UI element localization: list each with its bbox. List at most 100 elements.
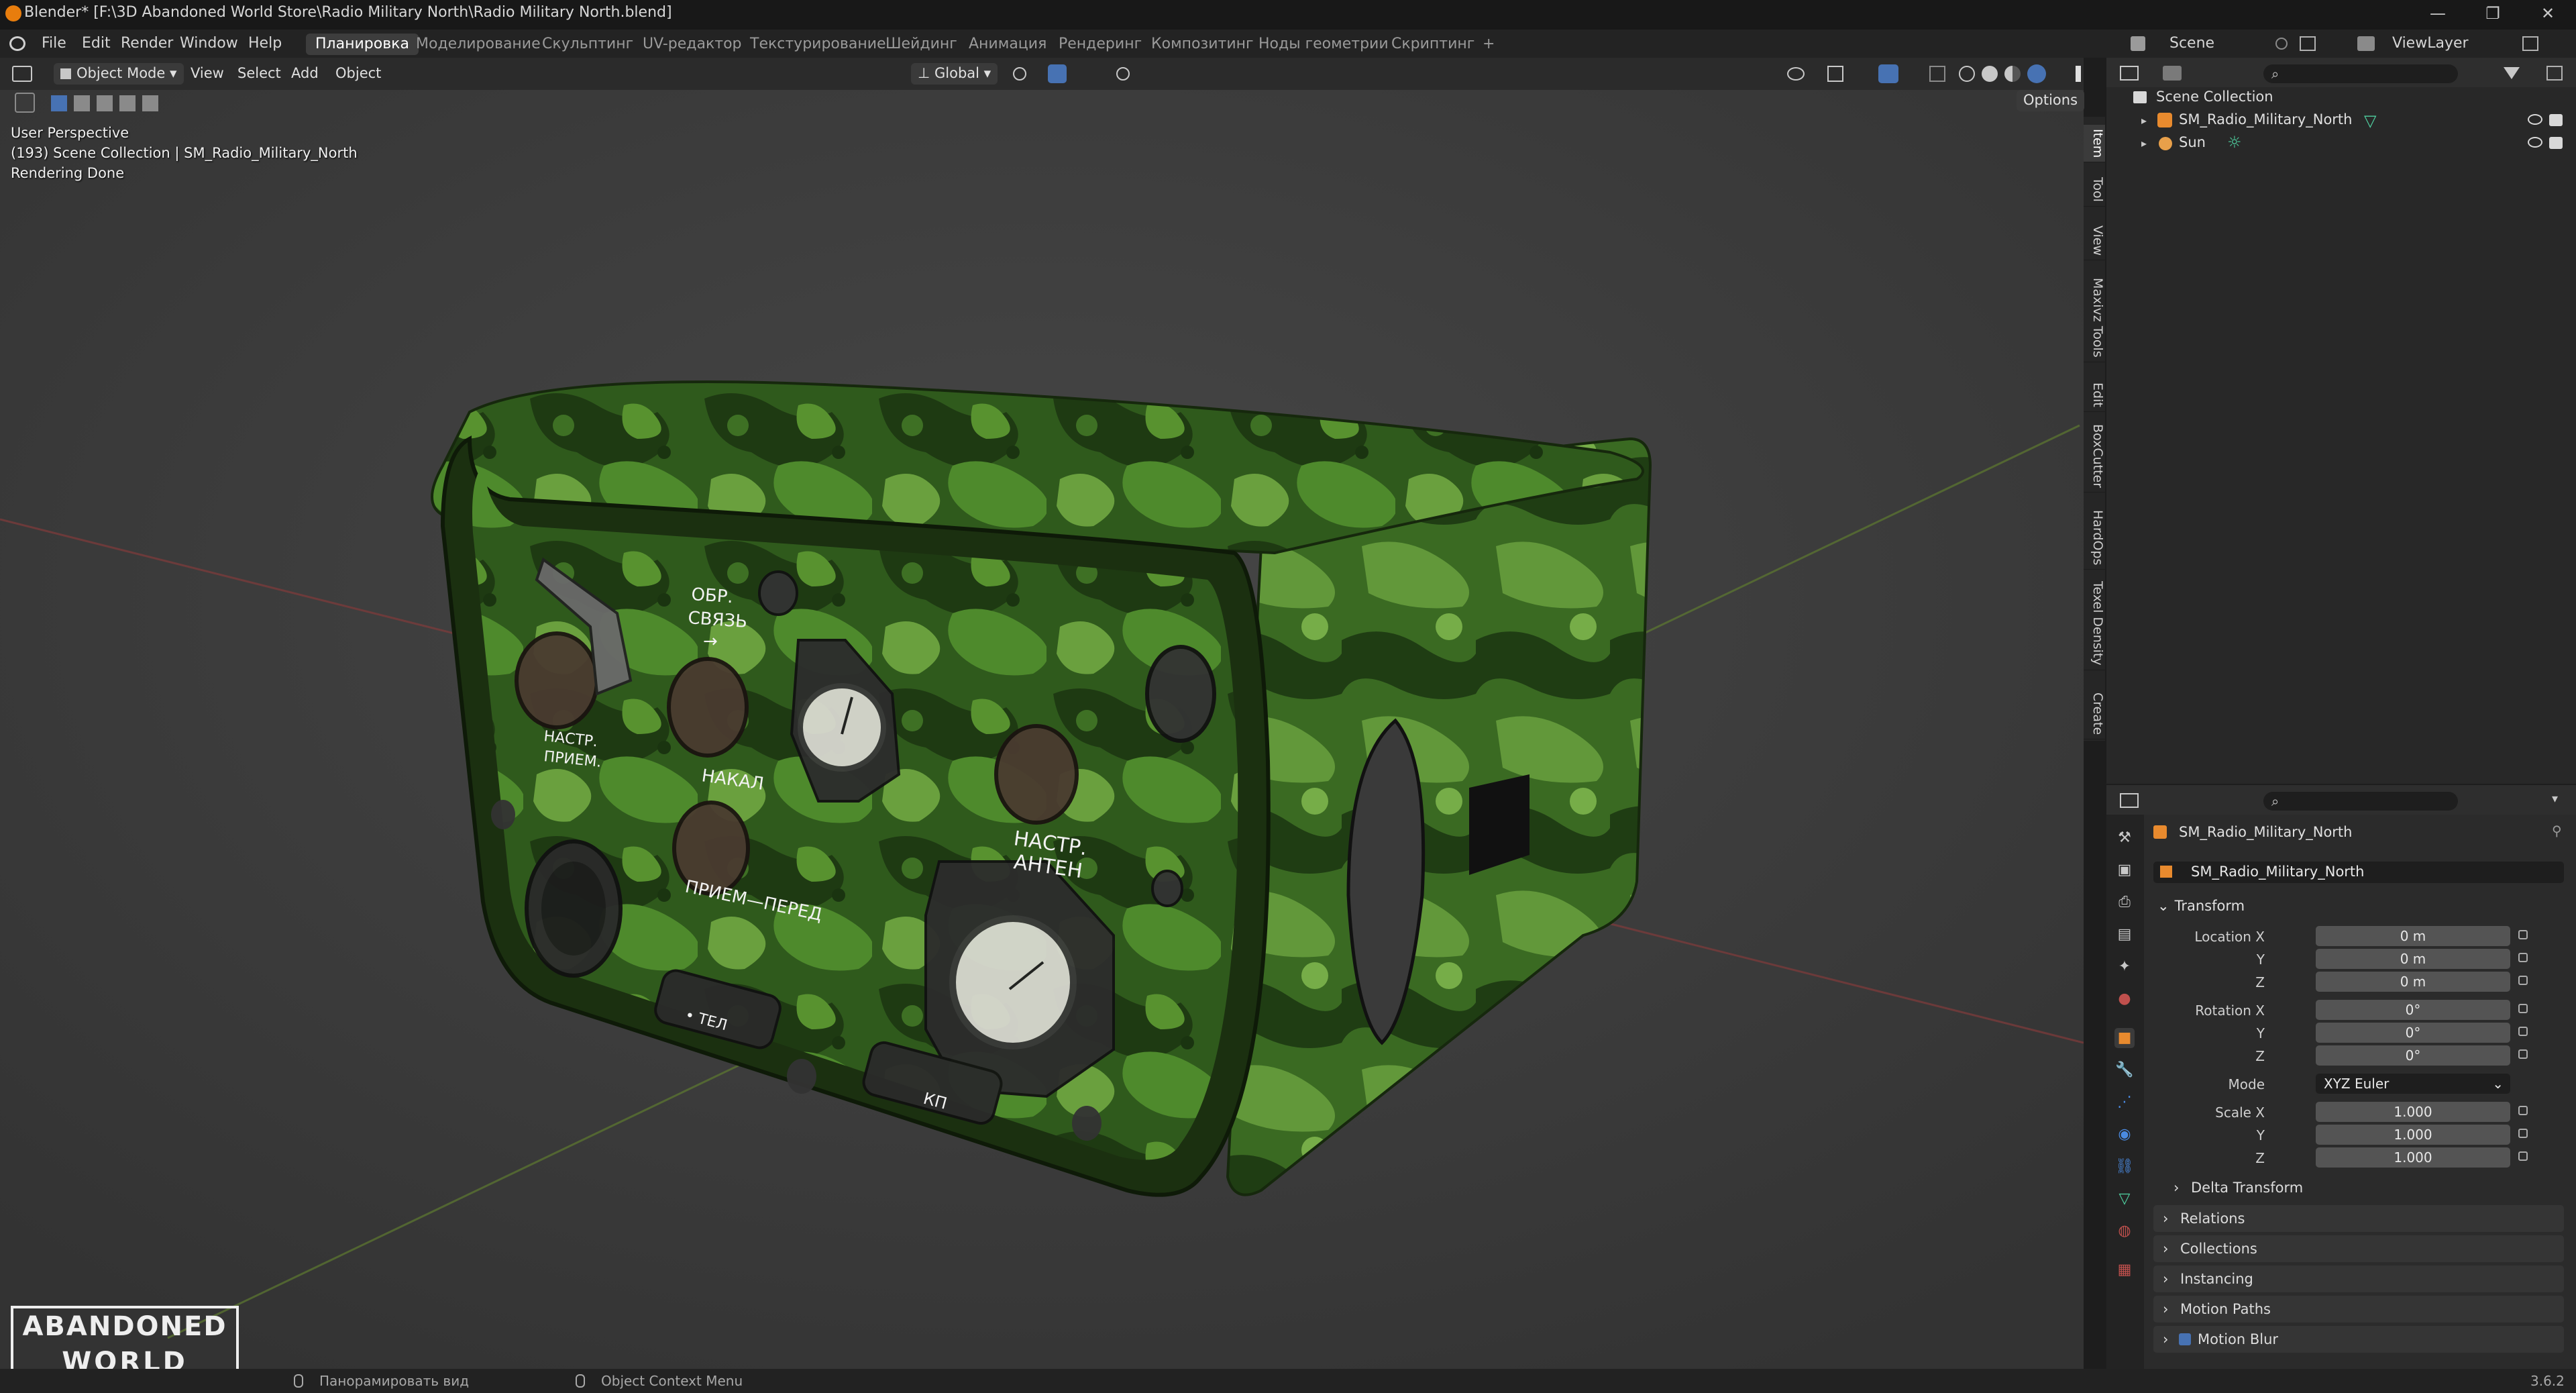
workspace-tab-texture-paint[interactable]: Текстурирование [741,34,896,55]
delta-transform-section[interactable]: › Delta Transform [2164,1174,2564,1201]
lock-icon[interactable] [2518,976,2528,985]
data-tab-icon[interactable]: ▽ [2114,1189,2135,1209]
chevron-down-icon[interactable]: ▾ [2552,792,2558,806]
collections-section[interactable]: › Collections [2153,1235,2564,1262]
options-button[interactable]: Options [2017,90,2085,111]
tool-tab-icon[interactable]: ⚒ [2114,828,2135,848]
pivot-icon[interactable] [1013,67,1026,81]
object-tab-icon[interactable]: ■ [2114,1028,2135,1048]
object-name-field[interactable]: SM_Radio_Military_North [2153,862,2564,883]
sidebar-tab-hardops[interactable]: HardOps [2084,506,2105,570]
shading-solid-icon[interactable] [1982,66,1998,82]
sidebar-tab-maxivz-tools[interactable]: Maxivz Tools [2084,274,2105,362]
texture-tab-icon[interactable]: ▦ [2114,1260,2135,1280]
workspace-tab-modeling[interactable]: Моделирование [407,34,550,55]
sidebar-tab-edit[interactable]: Edit [2084,378,2105,412]
scale-z-field[interactable]: 1.000 [2316,1147,2510,1168]
material-tab-icon[interactable]: ◍ [2114,1221,2135,1241]
workspace-tab-layout[interactable]: Планировка [306,34,419,55]
menu-window[interactable]: Window [180,35,238,52]
overlays-icon[interactable] [1878,64,1898,83]
sidebar-tab-texel-density[interactable]: Texel Density [2084,577,2105,670]
menu-view[interactable]: View [184,63,231,85]
workspace-tab-shading[interactable]: Шейдинг [876,34,967,55]
pause-render-icon[interactable] [2076,66,2081,82]
expand-chevron-icon[interactable]: ▸ [2141,114,2147,127]
rotation-x-field[interactable]: 0° [2316,1000,2510,1020]
add-workspace-button[interactable]: + [1473,34,1504,55]
eye-icon[interactable] [2528,114,2542,125]
menu-add[interactable]: Add [284,63,325,85]
rotation-z-field[interactable]: 0° [2316,1045,2510,1066]
render-tab-icon[interactable]: ▣ [2114,860,2135,880]
lock-icon[interactable] [2518,1129,2528,1138]
workspace-tab-compositing[interactable]: Композитинг [1142,34,1263,55]
outliner-scene-collection[interactable]: Scene Collection [2156,89,2273,105]
world-tab-icon[interactable]: ● [2114,989,2135,1009]
location-x-field[interactable]: 0 m [2316,926,2510,946]
motion-paths-section[interactable]: › Motion Paths [2153,1296,2564,1323]
lock-icon[interactable] [2518,930,2528,939]
workspace-tab-animation[interactable]: Анимация [959,34,1056,55]
blender-menu-icon[interactable] [9,36,25,51]
xray-icon[interactable] [1929,66,1945,82]
lock-icon[interactable] [2518,1049,2528,1059]
pin-scene-icon[interactable] [2275,38,2288,50]
editor-type-icon[interactable] [12,66,32,82]
transform-header[interactable]: ⌄ Transform [2153,894,2564,918]
properties-search-input[interactable]: ⌕ [2263,792,2458,811]
constraints-tab-icon[interactable]: ⛓ [2114,1157,2135,1177]
sidebar-tab-create[interactable]: Create [2084,688,2105,740]
proportional-edit-icon[interactable] [1116,67,1130,81]
new-collection-icon[interactable] [2546,66,2563,81]
menu-render[interactable]: Render [121,35,173,52]
output-tab-icon[interactable]: ⎙ [2114,892,2135,913]
location-y-field[interactable]: 0 m [2316,949,2510,969]
select-invert-icon[interactable] [142,95,158,111]
camera-render-icon[interactable] [2549,137,2563,149]
visibility-icon[interactable] [1787,67,1805,81]
workspace-tab-uv-editing[interactable]: UV-редактор [633,34,751,55]
view-layer-tab-icon[interactable]: ▤ [2114,925,2135,945]
orientation-selector[interactable]: ⊥ Global ▾ [911,63,998,85]
menu-file[interactable]: File [42,35,66,52]
snap-icon[interactable] [1048,64,1067,83]
new-scene-icon[interactable] [2300,36,2316,51]
outliner-search-input[interactable]: ⌕ [2263,64,2458,83]
new-viewlayer-icon[interactable] [2522,36,2538,51]
eye-icon[interactable] [2528,137,2542,148]
maximize-button[interactable]: ❐ [2466,0,2520,30]
menu-help[interactable]: Help [248,35,282,52]
select-tool-icon[interactable] [15,93,35,113]
shading-wireframe-icon[interactable] [1959,66,1975,82]
menu-edit[interactable]: Edit [82,35,111,52]
instancing-section[interactable]: › Instancing [2153,1266,2564,1292]
shading-rendered-icon[interactable] [2027,64,2046,83]
modifier-tab-icon[interactable]: 🔧 [2114,1060,2135,1080]
motion-blur-section[interactable]: › Motion Blur [2153,1326,2564,1353]
scene-selector[interactable]: Scene [2169,35,2214,52]
sidebar-tab-boxcutter[interactable]: BoxCutter [2084,420,2105,493]
select-extend-icon[interactable] [74,95,90,111]
camera-render-icon[interactable] [2549,114,2563,126]
workspace-tab-rendering[interactable]: Рендеринг [1049,34,1151,55]
sidebar-tab-item[interactable]: Item [2084,125,2105,163]
workspace-tab-geometry-nodes[interactable]: Ноды геометрии [1249,34,1398,55]
particles-tab-icon[interactable]: ⋰ [2114,1092,2135,1113]
outliner-item-radio[interactable]: SM_Radio_Military_North [2179,111,2352,127]
3d-viewport[interactable]: ОБР. СВЯЗЬ → НАСТР. ПРИЕМ. НАКАЛ НАСТР. … [0,90,2084,1369]
sidebar-tab-tool[interactable]: Tool [2084,173,2105,207]
expand-chevron-icon[interactable]: ▸ [2141,137,2147,150]
lock-icon[interactable] [2518,1106,2528,1115]
properties-editor-icon[interactable] [2120,793,2139,808]
select-intersect-icon[interactable] [119,95,136,111]
display-mode-icon[interactable] [2163,66,2182,81]
close-button[interactable]: ✕ [2521,0,2575,30]
select-subtract-icon[interactable] [97,95,113,111]
menu-select[interactable]: Select [231,63,288,85]
scale-x-field[interactable]: 1.000 [2316,1102,2510,1122]
motion-blur-checkbox[interactable] [2179,1333,2191,1345]
physics-tab-icon[interactable]: ◉ [2114,1125,2135,1145]
sidebar-tab-view[interactable]: View [2084,221,2105,261]
minimize-button[interactable]: — [2411,0,2465,30]
